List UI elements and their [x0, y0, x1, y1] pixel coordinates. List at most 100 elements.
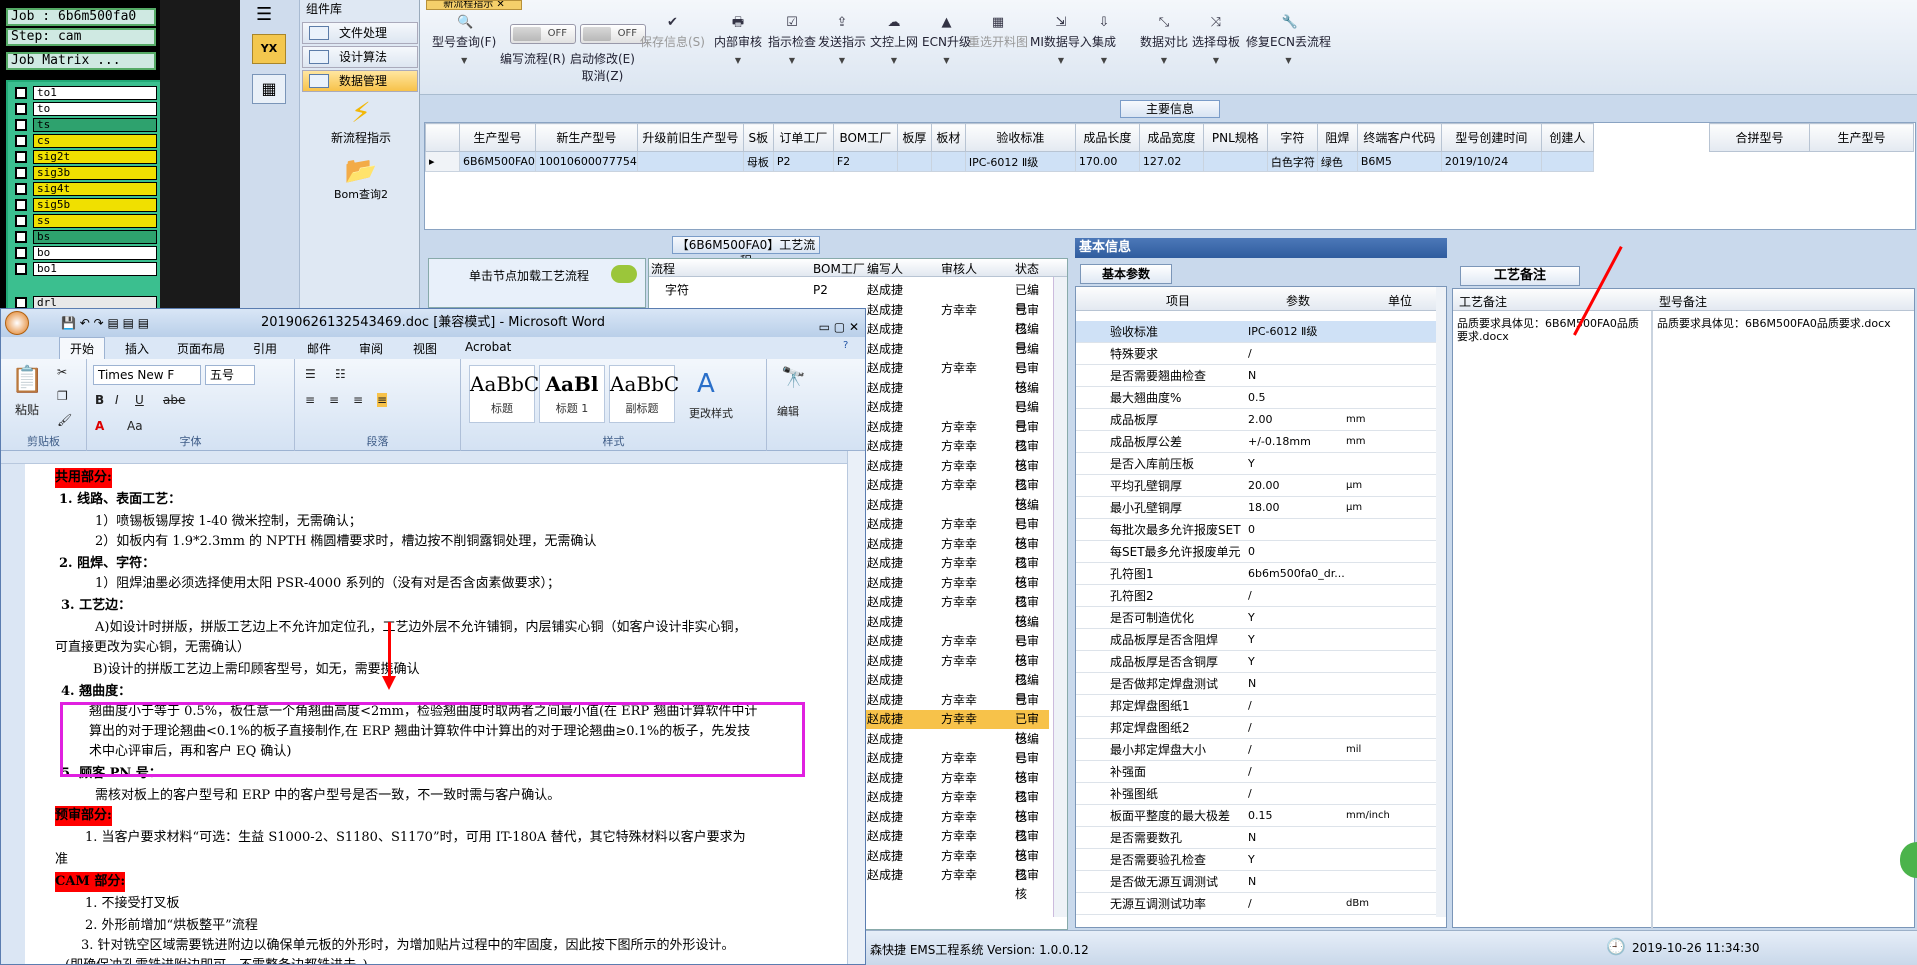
param-value[interactable]: IPC-6012 Ⅱ级 [1248, 321, 1348, 343]
tab-mail[interactable]: 邮件 [307, 340, 331, 357]
param-row[interactable]: 平均孔壁铜厚 20.00 μm [1076, 475, 1436, 497]
layer-checkbox[interactable] [15, 199, 27, 211]
layer-checkbox[interactable] [15, 103, 27, 115]
font-size-icon[interactable]: Aa [127, 419, 143, 433]
dropdown-icon[interactable]: ▼ [818, 56, 866, 65]
dropdown-icon[interactable]: ▼ [714, 56, 762, 65]
nav-file-processing[interactable]: 文件处理 [302, 22, 418, 44]
col-header[interactable]: 板厚 [896, 123, 932, 152]
cell[interactable]: 绿色 [1316, 151, 1358, 172]
col-header[interactable]: 字符 [1266, 123, 1318, 152]
tab-references[interactable]: 引用 [253, 340, 277, 357]
param-value[interactable]: 0.5 [1248, 387, 1348, 409]
params-scrollbar[interactable] [1436, 287, 1446, 917]
font-size-select[interactable]: 五号 [205, 365, 255, 385]
font-name-select[interactable]: Times New F [93, 365, 201, 385]
col-header[interactable]: 板材 [930, 123, 966, 152]
param-row[interactable]: 成品板厚 2.00 mm [1076, 409, 1436, 431]
col-header[interactable]: BOM工厂 [832, 123, 898, 152]
calculator-icon[interactable]: ▦ [252, 74, 286, 104]
param-value[interactable]: / [1248, 695, 1348, 717]
cell[interactable]: 2019/10/24 [1440, 151, 1542, 172]
font-color-icon[interactable]: A [95, 419, 104, 433]
param-row[interactable]: 板面平整度的最大极差 0.15 mm/inch [1076, 805, 1436, 827]
layer-checkbox[interactable] [15, 247, 27, 259]
toolbar-button-7[interactable]: ☁ 文控上网 ▼ [870, 16, 918, 66]
layer-row[interactable]: to1 [11, 85, 157, 101]
col-header[interactable]: 型号创建时间 [1440, 123, 1542, 152]
layer-checkbox[interactable] [15, 87, 27, 99]
param-value[interactable]: 6b6m500fa0_dr... [1248, 563, 1348, 585]
col-header[interactable]: 成品宽度 [1138, 123, 1204, 152]
dropdown-icon[interactable]: ▼ [870, 56, 918, 65]
cell[interactable] [636, 151, 744, 172]
paste-icon[interactable]: 📋 [11, 365, 43, 395]
toolbar-button-11[interactable]: ⇩ 集成 ▼ [1092, 16, 1116, 66]
layer-checkbox[interactable] [15, 183, 27, 195]
cell[interactable]: 170.00 [1074, 151, 1140, 172]
param-value[interactable]: / [1248, 585, 1348, 607]
toggle-switch[interactable]: OFF [580, 24, 646, 44]
param-row[interactable]: 最大翘曲度% 0.5 [1076, 387, 1436, 409]
col-header[interactable]: 终端客户代码 [1356, 123, 1442, 152]
param-value[interactable]: Y [1248, 607, 1348, 629]
copy-icon[interactable]: ❐ [57, 389, 68, 403]
layer-row[interactable]: ts [11, 117, 157, 133]
layer-checkbox[interactable] [15, 151, 27, 163]
param-value[interactable]: / [1248, 739, 1348, 761]
param-row[interactable]: 是否需要数孔 N [1076, 827, 1436, 849]
param-value[interactable]: N [1248, 871, 1348, 893]
param-value[interactable]: 20.00 [1248, 475, 1348, 497]
layer-checkbox[interactable] [15, 263, 27, 275]
param-row[interactable]: 成品板厚是否含阻焊 Y [1076, 629, 1436, 651]
param-row[interactable]: 每SET最多允许报废单元 0 [1076, 541, 1436, 563]
cell[interactable] [1202, 151, 1268, 172]
strike-icon[interactable]: abe [163, 393, 185, 407]
param-row[interactable]: 验收标准 IPC-6012 Ⅱ级 [1076, 321, 1436, 343]
layer-row[interactable]: sig4t [11, 181, 157, 197]
toolbar-button-13[interactable]: ⤨ 选择母板 ▼ [1192, 16, 1240, 66]
yx-logo-icon[interactable]: YX [252, 34, 286, 64]
nav-design-algorithm[interactable]: 设计算法 [302, 46, 418, 68]
cell[interactable] [896, 151, 932, 172]
layer-row[interactable]: to [11, 101, 157, 117]
layer-row[interactable]: sig5b [11, 197, 157, 213]
tab-review[interactable]: 审阅 [359, 340, 383, 357]
underline-icon[interactable]: U [135, 393, 144, 407]
param-row[interactable]: 是否需要翘曲检查 N [1076, 365, 1436, 387]
param-value[interactable]: / [1248, 783, 1348, 805]
param-row[interactable]: 邦定焊盘图纸2 / [1076, 717, 1436, 739]
param-row[interactable]: 是否做无源互调测试 N [1076, 871, 1436, 893]
toolbar-button-8[interactable]: ▲ ECN升级 ▼ [922, 16, 971, 66]
param-row[interactable]: 是否入库前压板 Y [1076, 453, 1436, 475]
toolbar-sublabel[interactable]: 取消(Z) [582, 69, 624, 83]
param-row[interactable]: 成品板厚公差 +/-0.18mm mm [1076, 431, 1436, 453]
dropdown-icon[interactable]: ▼ [768, 56, 816, 65]
style-title[interactable]: AaBbC 标题 [469, 365, 539, 423]
dropdown-icon[interactable]: ▼ [1192, 56, 1240, 65]
job-matrix-button[interactable]: Job Matrix ... [6, 52, 156, 70]
param-row[interactable]: 无源互调测试功率 / dBm [1076, 893, 1436, 915]
col-header[interactable]: 新生产型号 [534, 123, 638, 152]
layer-row[interactable]: cs [11, 133, 157, 149]
cell[interactable]: 6B6M500FA0 [459, 151, 536, 172]
flow-scrollbar[interactable] [1053, 277, 1067, 917]
tab-acrobat[interactable]: Acrobat [465, 340, 511, 354]
binoculars-icon[interactable]: 🔭 [781, 365, 806, 389]
col-header[interactable]: 阻焊 [1316, 123, 1358, 152]
align-center-icon[interactable]: ≡ [329, 393, 339, 407]
edit-label[interactable]: 编辑 [777, 403, 799, 419]
param-row[interactable]: 是否需要验孔检查 Y [1076, 849, 1436, 871]
cell[interactable]: IPC-6012 Ⅱ级 [964, 151, 1076, 172]
change-style-icon[interactable]: A [697, 369, 715, 399]
param-row[interactable]: 是否做邦定焊盘测试 N [1076, 673, 1436, 695]
bullets-icon[interactable]: ☰ [305, 367, 316, 381]
tab-home[interactable]: 开始 [59, 337, 106, 359]
toolbar-button-2[interactable]: 启动修改(E) 取消(Z) [570, 50, 635, 84]
param-value[interactable]: 18.00 [1248, 497, 1348, 519]
param-row[interactable]: 是否可制造优化 Y [1076, 607, 1436, 629]
dropdown-icon[interactable]: ▼ [922, 56, 971, 65]
param-value[interactable]: N [1248, 365, 1348, 387]
param-value[interactable]: / [1248, 893, 1348, 915]
param-value[interactable]: +/-0.18mm [1248, 431, 1348, 453]
